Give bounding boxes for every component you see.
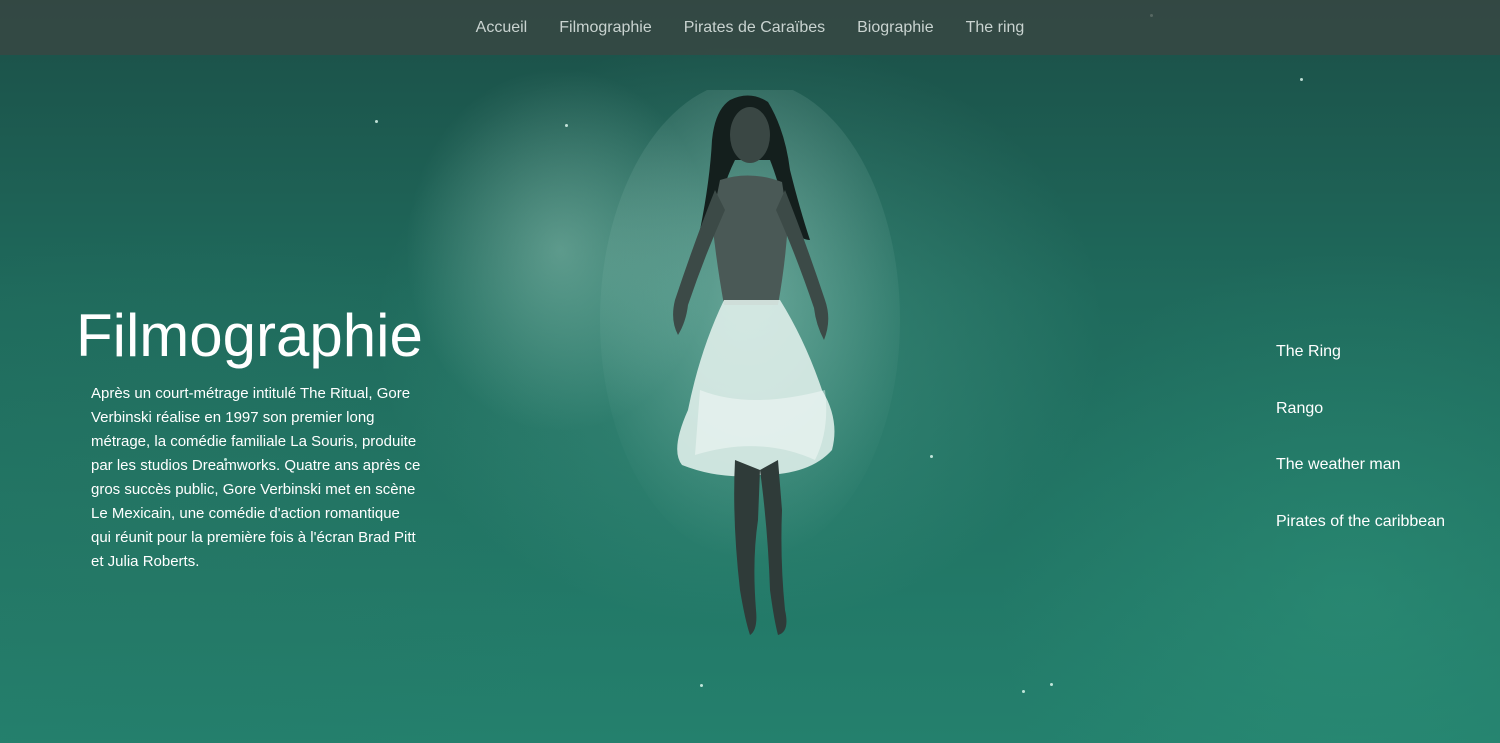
particle [700, 684, 703, 687]
nav-item-the-ring[interactable]: The ring [966, 19, 1025, 37]
particle [1300, 78, 1303, 81]
filmography-description: Après un court-métrage intitulé The Ritu… [91, 385, 421, 570]
list-item: The weather man [1276, 456, 1445, 513]
film-list: The Ring Rango The weather man Pirates o… [1276, 343, 1445, 569]
nav-item-accueil[interactable]: Accueil [476, 19, 528, 37]
particle [930, 455, 933, 458]
film-link-rango[interactable]: Rango [1276, 400, 1323, 417]
film-link-the-ring[interactable]: The Ring [1276, 343, 1341, 360]
particle [375, 120, 378, 123]
floating-woman-image [600, 90, 900, 635]
top-navigation: Accueil Filmographie Pirates de Caraïbes… [0, 0, 1500, 55]
particle [1050, 683, 1053, 686]
list-item: Pirates of the caribbean [1276, 513, 1445, 570]
page-title: Filmographie [76, 302, 423, 369]
film-link-the-weather-man[interactable]: The weather man [1276, 456, 1401, 473]
nav-item-biographie[interactable]: Biographie [857, 19, 934, 37]
nav-item-pirates-de-caraibes[interactable]: Pirates de Caraïbes [684, 19, 825, 37]
particle [565, 124, 568, 127]
particle [1022, 690, 1025, 693]
nav-item-filmographie[interactable]: Filmographie [559, 19, 651, 37]
list-item: Rango [1276, 400, 1445, 457]
film-link-pirates-of-the-caribbean[interactable]: Pirates of the caribbean [1276, 513, 1445, 530]
list-item: The Ring [1276, 343, 1445, 400]
